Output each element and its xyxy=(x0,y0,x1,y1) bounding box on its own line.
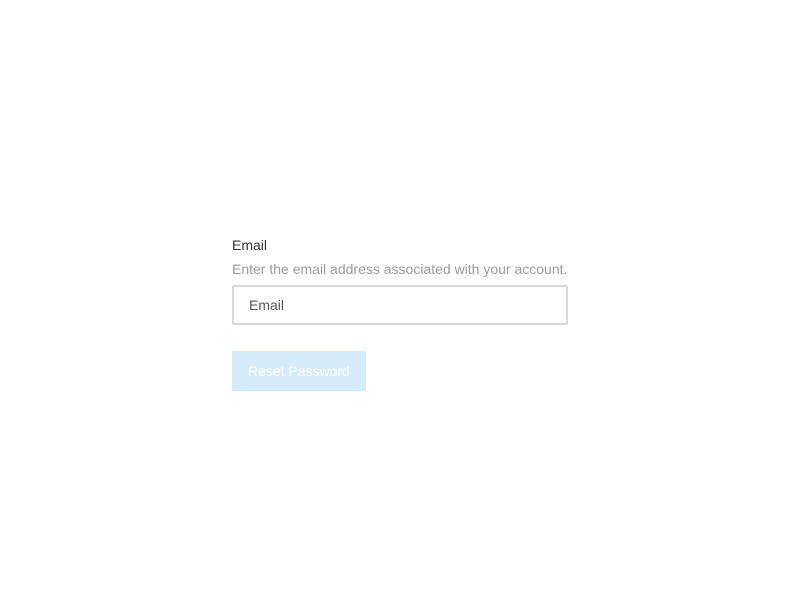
reset-password-button[interactable]: Reset Password xyxy=(232,351,366,391)
page: Email Enter the email address associated… xyxy=(0,0,800,600)
email-label: Email xyxy=(232,237,268,253)
reset-password-form: Email Enter the email address associated… xyxy=(232,237,568,391)
email-hint: Enter the email address associated with … xyxy=(232,261,568,277)
email-input[interactable] xyxy=(232,285,568,325)
